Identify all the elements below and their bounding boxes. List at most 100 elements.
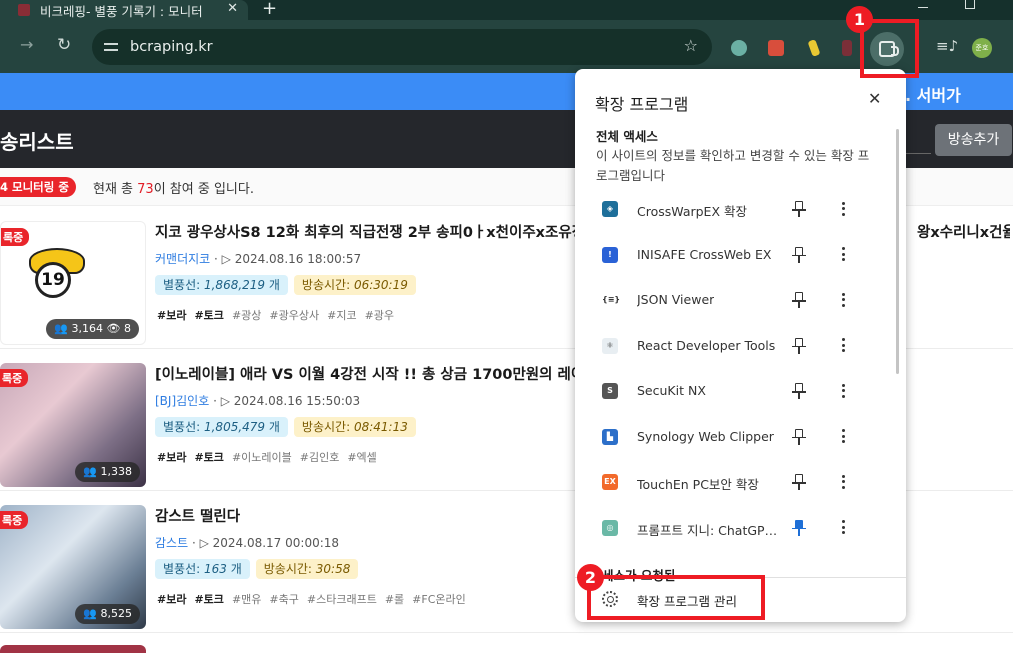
stream-thumbnail-partial[interactable] [0, 645, 146, 653]
tag[interactable]: #FC온라인 [412, 593, 466, 606]
close-icon[interactable]: ✕ [868, 89, 881, 108]
media-control-icon[interactable]: ≡♪ [936, 37, 958, 55]
pin-icon[interactable] [792, 519, 806, 536]
more-options-icon[interactable] [841, 290, 847, 310]
pin-icon[interactable] [792, 428, 806, 445]
banner-text: . 서버가 [905, 86, 961, 105]
tag[interactable]: #김인호 [300, 451, 340, 464]
reload-button[interactable]: ↻ [57, 35, 71, 55]
tag[interactable]: #토크 [194, 451, 223, 464]
pin-icon[interactable] [792, 337, 806, 354]
tag[interactable]: #광상 [232, 309, 261, 322]
stats-pills: 별풍선: 163 개 방송시간: 30:58 [155, 559, 359, 579]
tag[interactable]: #토크 [194, 593, 223, 606]
pinned-extension-4-icon[interactable] [842, 40, 852, 56]
highlight-manage-extensions [587, 575, 765, 620]
forward-button[interactable]: → [20, 35, 33, 54]
pin-icon[interactable] [792, 292, 806, 308]
full-access-description: 이 사이트의 정보를 확인하고 변경할 수 있는 확장 프로그램입니다 [596, 148, 870, 183]
tag[interactable]: #롤 [385, 593, 404, 606]
streamer-link[interactable]: [BJ]김인호 [155, 394, 209, 408]
page-title: 송리스트 [0, 130, 74, 154]
status-count: 73 [137, 182, 154, 197]
pinned-extension-prompt-genie-icon[interactable] [731, 40, 747, 56]
extension-name: React Developer Tools [637, 337, 776, 353]
broadcast-duration: 방송시간: 08:41:13 [293, 417, 416, 437]
status-text: 현재 총 73이 참여 중 입니다. [93, 182, 254, 197]
live-badge: 록중 [0, 511, 29, 529]
window-minimize-icon[interactable] [918, 0, 928, 8]
tag[interactable]: #엑셀 [347, 451, 376, 464]
extension-item[interactable]: ⚛ React Developer Tools [575, 324, 895, 369]
tag-list: #보라 #토크 #이노레이블 #김인호 #엑셀 [157, 449, 385, 465]
tag[interactable]: #보라 [157, 593, 186, 606]
tag[interactable]: #맨유 [232, 593, 261, 606]
extension-item[interactable]: ◎ 프롬프트 지니: ChatGPT... [575, 506, 895, 551]
extension-icon: ◎ [602, 519, 618, 536]
extension-icon: ▙ [602, 428, 618, 445]
add-broadcast-button[interactable]: 방송추가 [935, 124, 1012, 156]
tag[interactable]: #토크 [194, 309, 223, 322]
extension-item[interactable]: ▙ Synology Web Clipper [575, 415, 895, 460]
extension-name: CrossWarpEX 확장 [637, 204, 747, 219]
viewer-stats: 👥 1,338 [75, 462, 140, 482]
more-options-icon[interactable] [841, 518, 847, 538]
extension-item[interactable]: S SecuKit NX [575, 369, 895, 414]
more-options-icon[interactable] [841, 381, 847, 401]
url-text[interactable]: bcraping.kr [130, 39, 213, 55]
tag[interactable]: #스타크래프트 [307, 593, 377, 606]
stream-thumbnail[interactable]: 록중 👥 1,338 [0, 363, 146, 487]
tag[interactable]: #지코 [327, 309, 356, 322]
tag[interactable]: #광우상사 [269, 309, 319, 322]
live-badge: 록중 [0, 369, 29, 387]
extension-icon: ! [602, 246, 618, 263]
stats-pills: 별풍선: 1,805,479 개 방송시간: 08:41:13 [155, 417, 416, 437]
stream-meta: [BJ]김인호 · ▷ 2024.08.16 15:50:03 [155, 394, 361, 408]
new-tab-button[interactable]: + [262, 0, 277, 19]
more-options-icon[interactable] [841, 427, 847, 447]
extension-name: SecuKit NX [637, 383, 706, 398]
tag[interactable]: #이노레이블 [232, 451, 292, 464]
extension-item[interactable]: EX TouchEn PC보안 확장 [575, 460, 895, 505]
tag[interactable]: #보라 [157, 451, 186, 464]
more-options-icon[interactable] [841, 336, 847, 356]
site-info-icon[interactable] [104, 40, 120, 54]
tag-list: #보라 #토크 #광상 #광우상사 #지코 #광우 [157, 307, 402, 323]
step-1-badge: 1 [846, 6, 873, 33]
tag[interactable]: #광우 [365, 309, 394, 322]
stream-thumbnail[interactable]: 록중 19 👥 3,164 👁 8 [0, 221, 146, 345]
window-maximize-icon[interactable] [965, 0, 975, 9]
extension-icon: S [602, 383, 618, 399]
full-access-heading: 전체 액세스 [596, 129, 658, 144]
pinned-extension-2-icon[interactable] [768, 40, 784, 56]
extension-item[interactable]: ! INISAFE CrossWeb EX [575, 233, 895, 278]
pin-icon[interactable] [792, 246, 806, 263]
tag[interactable]: #축구 [269, 593, 298, 606]
profile-avatar[interactable]: 준호 [972, 38, 992, 58]
streamer-link[interactable]: 커맨더지코 [155, 252, 210, 266]
more-options-icon[interactable] [841, 245, 847, 265]
more-options-icon[interactable] [841, 472, 847, 492]
extension-item[interactable]: {≡} JSON Viewer [575, 278, 895, 323]
site-favicon-icon [18, 4, 30, 16]
stream-meta: 커맨더지코 · ▷ 2024.08.16 18:00:57 [155, 252, 362, 266]
stream-thumbnail[interactable]: 록중 👥 8,525 [0, 505, 146, 629]
broadcast-duration: 방송시간: 30:58 [255, 559, 359, 579]
extension-name: Synology Web Clipper [637, 428, 774, 444]
streamer-link[interactable]: 감스트 [155, 536, 188, 550]
pin-icon[interactable] [792, 201, 806, 217]
tag[interactable]: #보라 [157, 309, 186, 322]
address-bar[interactable]: bcraping.kr ☆ [92, 29, 712, 65]
age-restriction-icon: 19 [35, 262, 71, 298]
more-options-icon[interactable] [841, 199, 847, 219]
pinned-extension-3-icon[interactable] [807, 39, 821, 57]
popup-scrollbar[interactable] [896, 129, 899, 374]
extension-item[interactable]: ◈ CrossWarpEX 확장 [575, 187, 895, 232]
bookmark-star-icon[interactable]: ☆ [684, 36, 698, 55]
pin-icon[interactable] [792, 383, 806, 399]
tab-close-icon[interactable]: ✕ [227, 1, 238, 16]
browser-tab[interactable]: 비크레핑- 별풍 기록기 : 모니터 ✕ [0, 0, 248, 20]
extension-name: INISAFE CrossWeb EX [637, 246, 772, 262]
pin-icon[interactable] [792, 474, 806, 490]
extension-name: JSON Viewer [637, 292, 715, 307]
